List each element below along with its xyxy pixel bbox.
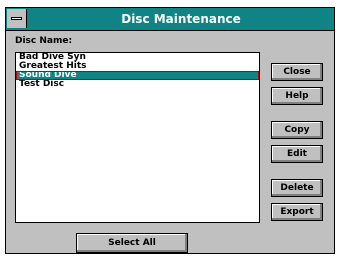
delete-button[interactable]: Delete [271,179,323,197]
title-bar: Disc Maintenance [6,8,334,31]
window-title: Disc Maintenance [121,12,241,26]
list-item[interactable]: Test Disc [16,80,259,89]
help-button[interactable]: Help [271,87,323,105]
disc-name-label: Disc Name: [15,36,73,46]
select-all-button[interactable]: Select All [76,233,188,253]
minus-icon [11,17,22,20]
disc-maintenance-dialog: Disc Maintenance Disc Name: Bad Dive Syn… [5,7,335,254]
system-menu-button[interactable] [7,9,27,28]
edit-button[interactable]: Edit [271,145,323,163]
export-button[interactable]: Export [271,203,323,221]
close-button[interactable]: Close [271,63,323,81]
copy-button[interactable]: Copy [271,121,323,139]
disc-listbox[interactable]: Bad Dive Syn Greatest Hits Sound Dive Te… [15,52,260,223]
